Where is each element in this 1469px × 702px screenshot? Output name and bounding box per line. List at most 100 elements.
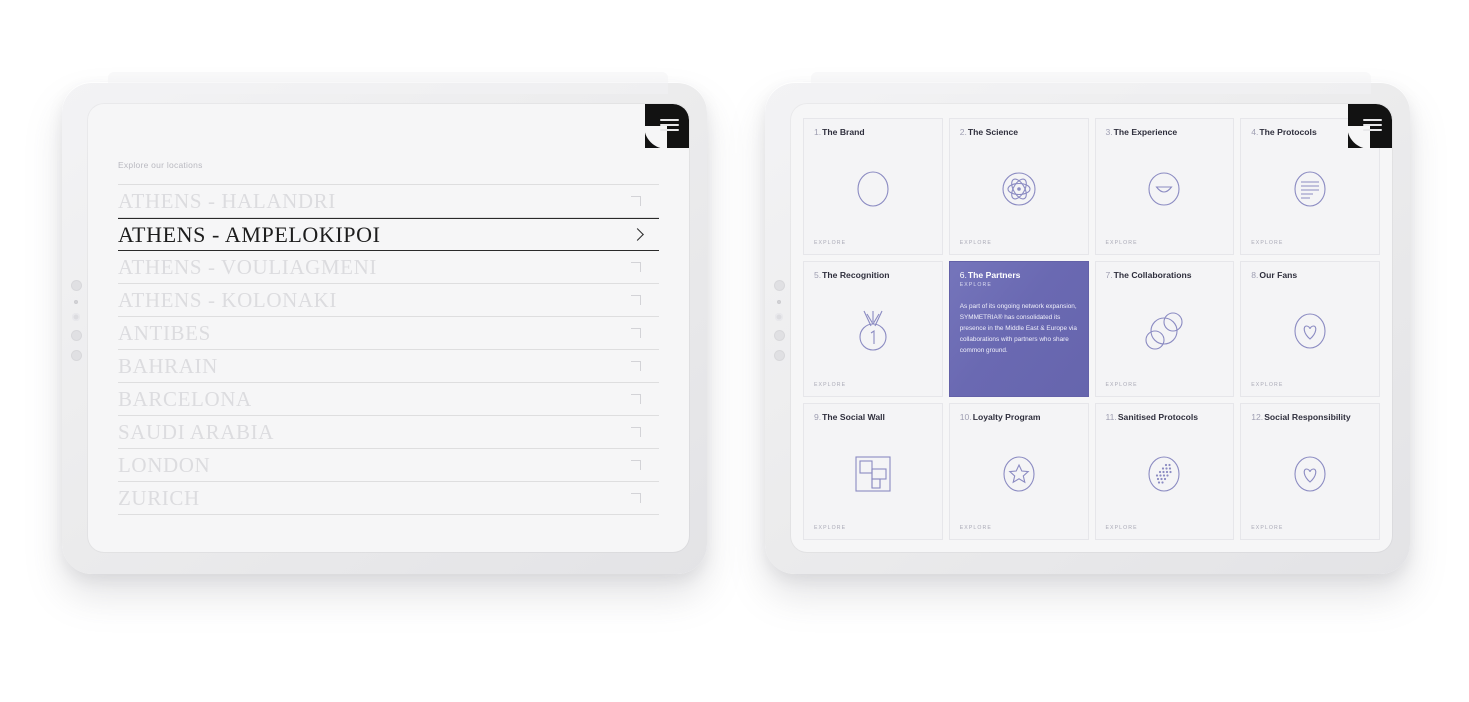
content-card[interactable]: 3.The Experience EXPLORE <box>1094 118 1235 255</box>
location-name: SAUDI ARABIA <box>118 419 274 444</box>
corner-bracket-icon <box>631 427 641 437</box>
content-card[interactable]: 1.The Brand EXPLORE <box>803 118 943 255</box>
location-name: ATHENS - KOLONAKI <box>118 287 338 312</box>
card-header: 11.Sanitised Protocols <box>1106 413 1224 422</box>
bezel-button-4 <box>773 350 785 361</box>
card-title: The Brand <box>822 127 865 137</box>
location-name: ATHENS - AMPELOKIPOI <box>118 221 381 247</box>
card-explore-label[interactable]: EXPLORE <box>814 382 932 388</box>
card-explore-label[interactable]: EXPLORE <box>960 240 1078 246</box>
document-lines-icon <box>1251 137 1369 239</box>
card-header: 9.The Social Wall <box>814 413 932 422</box>
corner-bracket-icon <box>631 394 641 404</box>
hamburger-menu-button-left[interactable] <box>644 104 689 149</box>
content-card[interactable]: 10.Loyalty Program EXPLORE <box>948 403 1089 540</box>
card-explore-label[interactable]: EXPLORE <box>1251 240 1369 246</box>
tablet-right-bezel-buttons <box>771 280 787 361</box>
card-number: 7. <box>1105 269 1113 280</box>
corner-bracket-icon <box>631 460 641 470</box>
grid-mosaic-icon <box>814 423 932 525</box>
tablet-right: 1.The Brand EXPLORE 2.The Science EXPLORE 3… <box>765 72 1410 574</box>
card-number: 5. <box>814 269 822 280</box>
card-title: The Social Wall <box>822 412 885 423</box>
bezel-button-1 <box>773 280 785 291</box>
content-card[interactable]: 8.Our Fans EXPLORE <box>1240 260 1380 398</box>
card-number: 3. <box>1105 127 1113 137</box>
content-card[interactable]: 5.The Recognition EXPLORE <box>803 260 943 398</box>
location-row[interactable]: ZURICH <box>118 482 659 515</box>
hamburger-icon <box>1363 119 1382 131</box>
hamburger-icon <box>660 119 679 131</box>
paper-edge-decoration <box>811 72 1371 94</box>
location-name: LONDON <box>118 452 211 477</box>
tablet-left: Explore our locations ATHENS - HALANDRI A… <box>62 72 707 574</box>
corner-bracket-icon <box>631 196 641 206</box>
card-number: 10. <box>959 412 972 423</box>
location-row[interactable]: ATHENS - HALANDRI <box>118 185 659 218</box>
card-header: 12.Social Responsibility <box>1251 413 1369 422</box>
location-name: ZURICH <box>118 485 200 510</box>
location-name: BAHRAIN <box>118 353 218 378</box>
card-explore-label[interactable]: EXPLORE <box>960 282 1078 288</box>
bezel-button-3 <box>70 330 82 341</box>
locations-panel: Explore our locations ATHENS - HALANDRI A… <box>88 104 689 515</box>
location-row[interactable]: ANTIBES <box>118 317 659 350</box>
bezel-dot <box>74 300 78 304</box>
card-explore-label[interactable]: EXPLORE <box>1106 525 1224 531</box>
card-title: The Experience <box>1113 127 1178 137</box>
card-number: 12. <box>1251 412 1264 423</box>
locations-section-label: Explore our locations <box>118 160 203 170</box>
content-card[interactable]: 12.Social Responsibility EXPLORE <box>1240 403 1380 540</box>
card-title: The Partners <box>967 269 1021 280</box>
location-row[interactable]: SAUDI ARABIA <box>118 416 659 449</box>
tablet-left-bezel-buttons <box>68 280 84 361</box>
card-title: The Science <box>967 127 1019 137</box>
location-row[interactable]: ATHENS - AMPELOKIPOI <box>118 218 659 251</box>
bezel-button-2 <box>775 313 783 321</box>
card-explore-label[interactable]: EXPLORE <box>1106 240 1224 246</box>
cards-grid: 1.The Brand EXPLORE 2.The Science EXPLORE 3… <box>803 118 1380 540</box>
card-title: Social Responsibility <box>1264 412 1351 423</box>
card-header: 6.The Partners <box>960 269 1078 280</box>
card-title: Our Fans <box>1259 269 1298 280</box>
bezel-button-3 <box>773 330 785 341</box>
card-title: Sanitised Protocols <box>1117 412 1199 423</box>
content-card[interactable]: 11.Sanitised Protocols EXPLORE <box>1094 403 1235 540</box>
location-row[interactable]: BARCELONA <box>118 383 659 416</box>
card-header: 1.The Brand <box>814 127 932 137</box>
location-row[interactable]: LONDON <box>118 449 659 482</box>
tablet-right-screen: 1.The Brand EXPLORE 2.The Science EXPLORE 3… <box>791 104 1392 552</box>
overlapping-circles-icon <box>1106 280 1224 382</box>
card-number: 9. <box>814 412 822 423</box>
bezel-dot <box>777 300 781 304</box>
bezel-button-1 <box>70 280 82 291</box>
location-name: ANTIBES <box>118 320 211 345</box>
card-number: 1. <box>814 127 822 137</box>
card-explore-label[interactable]: EXPLORE <box>1106 382 1224 388</box>
card-explore-label[interactable]: EXPLORE <box>814 525 932 531</box>
card-explore-label[interactable]: EXPLORE <box>1251 382 1369 388</box>
location-row[interactable]: BAHRAIN <box>118 350 659 383</box>
location-row[interactable]: ATHENS - VOULIAGMENI <box>118 251 659 284</box>
content-card[interactable]: 9.The Social Wall EXPLORE <box>803 403 943 540</box>
smile-face-icon <box>1106 137 1224 239</box>
card-explore-label[interactable]: EXPLORE <box>814 240 932 246</box>
hamburger-menu-button-right[interactable] <box>1347 104 1392 149</box>
card-number: 11. <box>1105 412 1117 423</box>
content-card[interactable]: 6.The Partners EXPLORE As part of its ongo… <box>948 260 1089 398</box>
card-number: 2. <box>959 127 967 137</box>
content-card[interactable]: 7.The Collaborations EXPLORE <box>1094 260 1235 398</box>
card-header: 10.Loyalty Program <box>960 413 1078 422</box>
paper-edge-decoration <box>108 72 668 94</box>
card-title: The Collaborations <box>1113 269 1192 280</box>
content-card[interactable]: 2.The Science EXPLORE <box>948 118 1089 255</box>
card-explore-label[interactable]: EXPLORE <box>960 525 1078 531</box>
card-title: The Recognition <box>822 269 890 280</box>
card-explore-label[interactable]: EXPLORE <box>1251 525 1369 531</box>
location-name: ATHENS - VOULIAGMENI <box>118 254 377 279</box>
location-row[interactable]: ATHENS - KOLONAKI <box>118 284 659 317</box>
circle-icon <box>814 137 932 239</box>
locations-list: ATHENS - HALANDRI ATHENS - AMPELOKIPOI ATH… <box>118 184 659 515</box>
corner-bracket-icon <box>631 262 641 272</box>
corner-bracket-icon <box>631 361 641 371</box>
